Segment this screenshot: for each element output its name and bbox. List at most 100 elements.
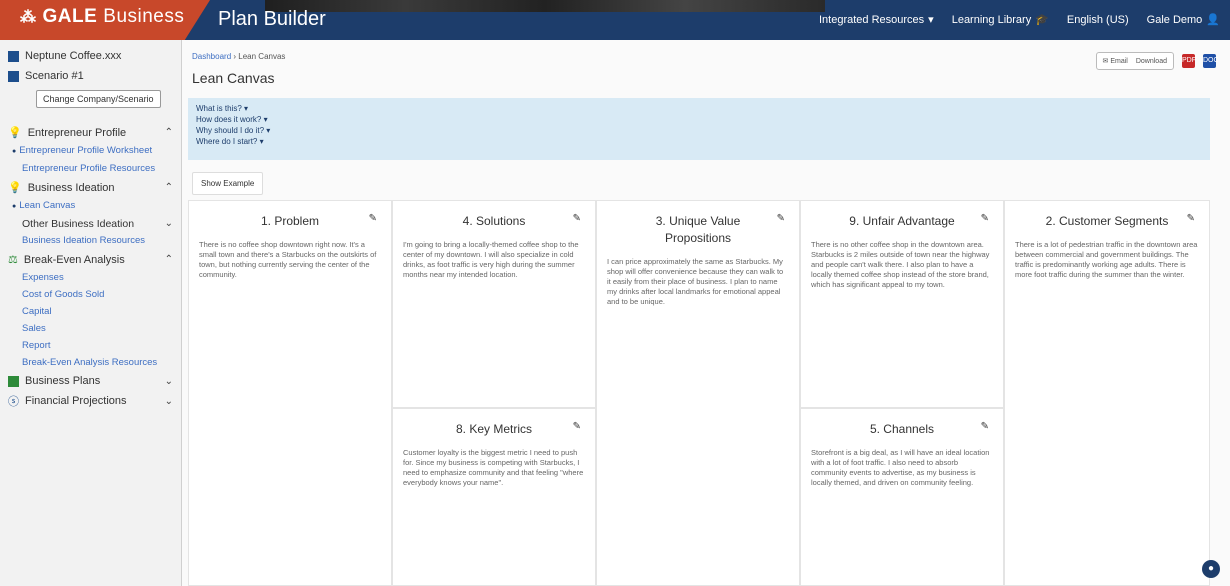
faq-where[interactable]: Where do I start? ▾ <box>196 137 1202 146</box>
cell-text: There is no coffee shop downtown right n… <box>199 240 377 279</box>
edit-icon[interactable]: ✎ <box>369 213 377 224</box>
sidebar-item-report[interactable]: Report <box>22 340 173 352</box>
edit-icon[interactable]: ✎ <box>777 213 785 224</box>
dollar-circle-icon: ⓢ <box>8 396 19 408</box>
cell-header: 3. Unique Value Propositions ✎ <box>607 213 789 247</box>
cell-header: 8. Key Metrics ✎ <box>403 421 585 438</box>
sidebar-item-capital[interactable]: Capital <box>22 306 173 318</box>
section-break-even[interactable]: ⚖ Break-Even Analysis ⌃ <box>8 253 173 267</box>
scale-icon: ⚖ <box>8 254 18 266</box>
cell-text: There is no other coffee shop in the dow… <box>811 240 990 289</box>
sidebar-item-break-even-resources[interactable]: Break-Even Analysis Resources <box>22 357 173 369</box>
cell-header: 2. Customer Segments ✎ <box>1015 213 1199 230</box>
faq-label: What is this? <box>196 104 242 113</box>
cell-key-metrics[interactable]: 8. Key Metrics ✎ Customer loyalty is the … <box>392 408 596 586</box>
edit-icon[interactable]: ✎ <box>573 421 581 432</box>
section-business-plans[interactable]: Business Plans ⌄ <box>8 375 173 387</box>
header-photo <box>265 0 825 12</box>
building-icon <box>8 50 19 62</box>
section-financial-projections[interactable]: ⓢ Financial Projections ⌄ <box>8 393 173 409</box>
cell-title: 2. Customer Segments <box>1045 214 1169 228</box>
faq-label: Where do I start? <box>196 137 258 146</box>
lightbulb-icon: 💡 <box>8 182 22 194</box>
section-business-ideation[interactable]: 💡 Business Ideation ⌃ <box>8 181 173 195</box>
download-button[interactable]: Download <box>1136 58 1167 65</box>
email-button[interactable]: ✉ Email <box>1103 57 1128 65</box>
brand-logo[interactable]: ⁂ GALE Business <box>20 6 184 28</box>
user-label: Gale Demo <box>1146 13 1203 26</box>
change-company-button[interactable]: Change Company/Scenario <box>36 90 161 108</box>
header-links: Integrated Resources ▾ Learning Library 🎓 … <box>819 13 1220 27</box>
cell-unique-value[interactable]: 3. Unique Value Propositions ✎ I can pric… <box>596 200 800 586</box>
language-selector[interactable]: English (US) <box>1067 14 1129 26</box>
cell-header: 9. Unfair Advantage ✎ <box>811 213 993 230</box>
section-entrepreneur-profile[interactable]: 💡 Entrepreneur Profile ⌃ <box>8 126 173 140</box>
edit-icon[interactable]: ✎ <box>573 213 581 224</box>
sidebar-item-cogs[interactable]: Cost of Goods Sold <box>22 289 173 301</box>
section-label: Break-Even Analysis <box>23 253 125 266</box>
cell-text: I can price approximately the same as St… <box>607 257 784 306</box>
sidebar-item-lean-canvas[interactable]: Lean Canvas <box>19 200 173 213</box>
breadcrumb-dashboard[interactable]: Dashboard <box>192 52 231 61</box>
page-title: Lean Canvas <box>192 70 275 86</box>
user-menu[interactable]: Gale Demo 👤 <box>1146 13 1220 27</box>
breadcrumb: Dashboard › Lean Canvas <box>192 52 285 61</box>
faq-panel: What is this? ▾ How does it work? ▾ Why … <box>188 98 1210 160</box>
company-row[interactable]: Neptune Coffee.xxx <box>8 50 173 62</box>
learning-library-label: Learning Library <box>951 13 1032 26</box>
gale-logo-icon: ⁂ <box>20 9 37 26</box>
org-chart-icon <box>8 70 19 82</box>
cell-text: I'm going to bring a locally-themed coff… <box>403 240 579 279</box>
lean-canvas-grid: 1. Problem ✎ There is no coffee shop down… <box>188 200 1210 586</box>
lightbulb-icon: 💡 <box>8 127 22 139</box>
cell-channels[interactable]: 5. Channels ✎ Storefront is a big deal, a… <box>800 408 1004 586</box>
cell-text: There is a lot of pedestrian traffic in … <box>1015 240 1198 279</box>
chevron-up-icon: ⌃ <box>164 182 173 193</box>
company-name: Neptune Coffee.xxx <box>25 50 122 62</box>
brand-bold: GALE <box>42 6 98 27</box>
sidebar-item-sales[interactable]: Sales <box>22 323 173 335</box>
sidebar: Neptune Coffee.xxx Scenario #1 Change Co… <box>0 40 182 586</box>
scenario-row[interactable]: Scenario #1 <box>8 70 173 82</box>
caret-down-icon: ▾ <box>259 137 264 146</box>
cell-header: 5. Channels ✎ <box>811 421 993 438</box>
cell-customer-segments[interactable]: 2. Customer Segments ✎ There is a lot of … <box>1004 200 1210 586</box>
chevron-down-icon: ⌄ <box>164 395 173 407</box>
section-label: Entrepreneur Profile <box>27 126 127 139</box>
chat-help-icon[interactable]: ● <box>1202 560 1220 578</box>
learning-library-link[interactable]: Learning Library 🎓 <box>951 13 1049 27</box>
caret-down-icon: ▾ <box>263 115 268 124</box>
language-label: English (US) <box>1066 13 1129 26</box>
cell-problem[interactable]: 1. Problem ✎ There is no coffee shop down… <box>188 200 392 586</box>
sidebar-item-entrepreneur-worksheet[interactable]: Entrepreneur Profile Worksheet <box>19 145 173 158</box>
graduation-cap-icon: 🎓 <box>1035 14 1049 26</box>
cell-title: 8. Key Metrics <box>455 422 533 436</box>
cell-title: 1. Problem <box>260 214 320 228</box>
section-label: Financial Projections <box>25 395 127 407</box>
sidebar-item-other-ideation[interactable]: Other Business Ideation ⌄ <box>22 218 173 230</box>
edit-icon[interactable]: ✎ <box>1187 213 1195 224</box>
cell-solutions[interactable]: 4. Solutions ✎ I'm going to bring a local… <box>392 200 596 408</box>
email-label: Email <box>1110 58 1128 65</box>
caret-down-icon: ▾ <box>266 126 271 135</box>
integrated-resources-menu[interactable]: Integrated Resources ▾ <box>819 13 934 27</box>
edit-icon[interactable]: ✎ <box>981 421 989 432</box>
doc-icon[interactable]: DOC <box>1203 54 1219 68</box>
faq-label: Why should I do it? <box>196 126 265 135</box>
cell-unfair-advantage[interactable]: 9. Unfair Advantage ✎ There is no other c… <box>800 200 1004 408</box>
pdf-icon[interactable]: PDF <box>1182 54 1196 68</box>
edit-icon[interactable]: ✎ <box>981 213 989 224</box>
faq-what[interactable]: What is this? ▾ <box>196 104 1202 113</box>
brand-light: Business <box>103 6 185 27</box>
email-download-group: ✉ Email Download <box>1095 52 1174 70</box>
chevron-down-icon: ⌄ <box>164 375 173 387</box>
chevron-down-icon: ▾ <box>928 14 934 26</box>
faq-why[interactable]: Why should I do it? ▾ <box>196 126 1202 135</box>
faq-label: How does it work? <box>196 115 262 124</box>
sidebar-item-expenses[interactable]: Expenses <box>22 272 173 284</box>
sidebar-item-ideation-resources[interactable]: Business Ideation Resources <box>22 235 173 247</box>
sidebar-item-entrepreneur-resources[interactable]: Entrepreneur Profile Resources <box>22 163 173 175</box>
faq-how[interactable]: How does it work? ▾ <box>196 115 1202 124</box>
document-icon <box>8 375 19 387</box>
show-example-button[interactable]: Show Example <box>192 172 264 195</box>
